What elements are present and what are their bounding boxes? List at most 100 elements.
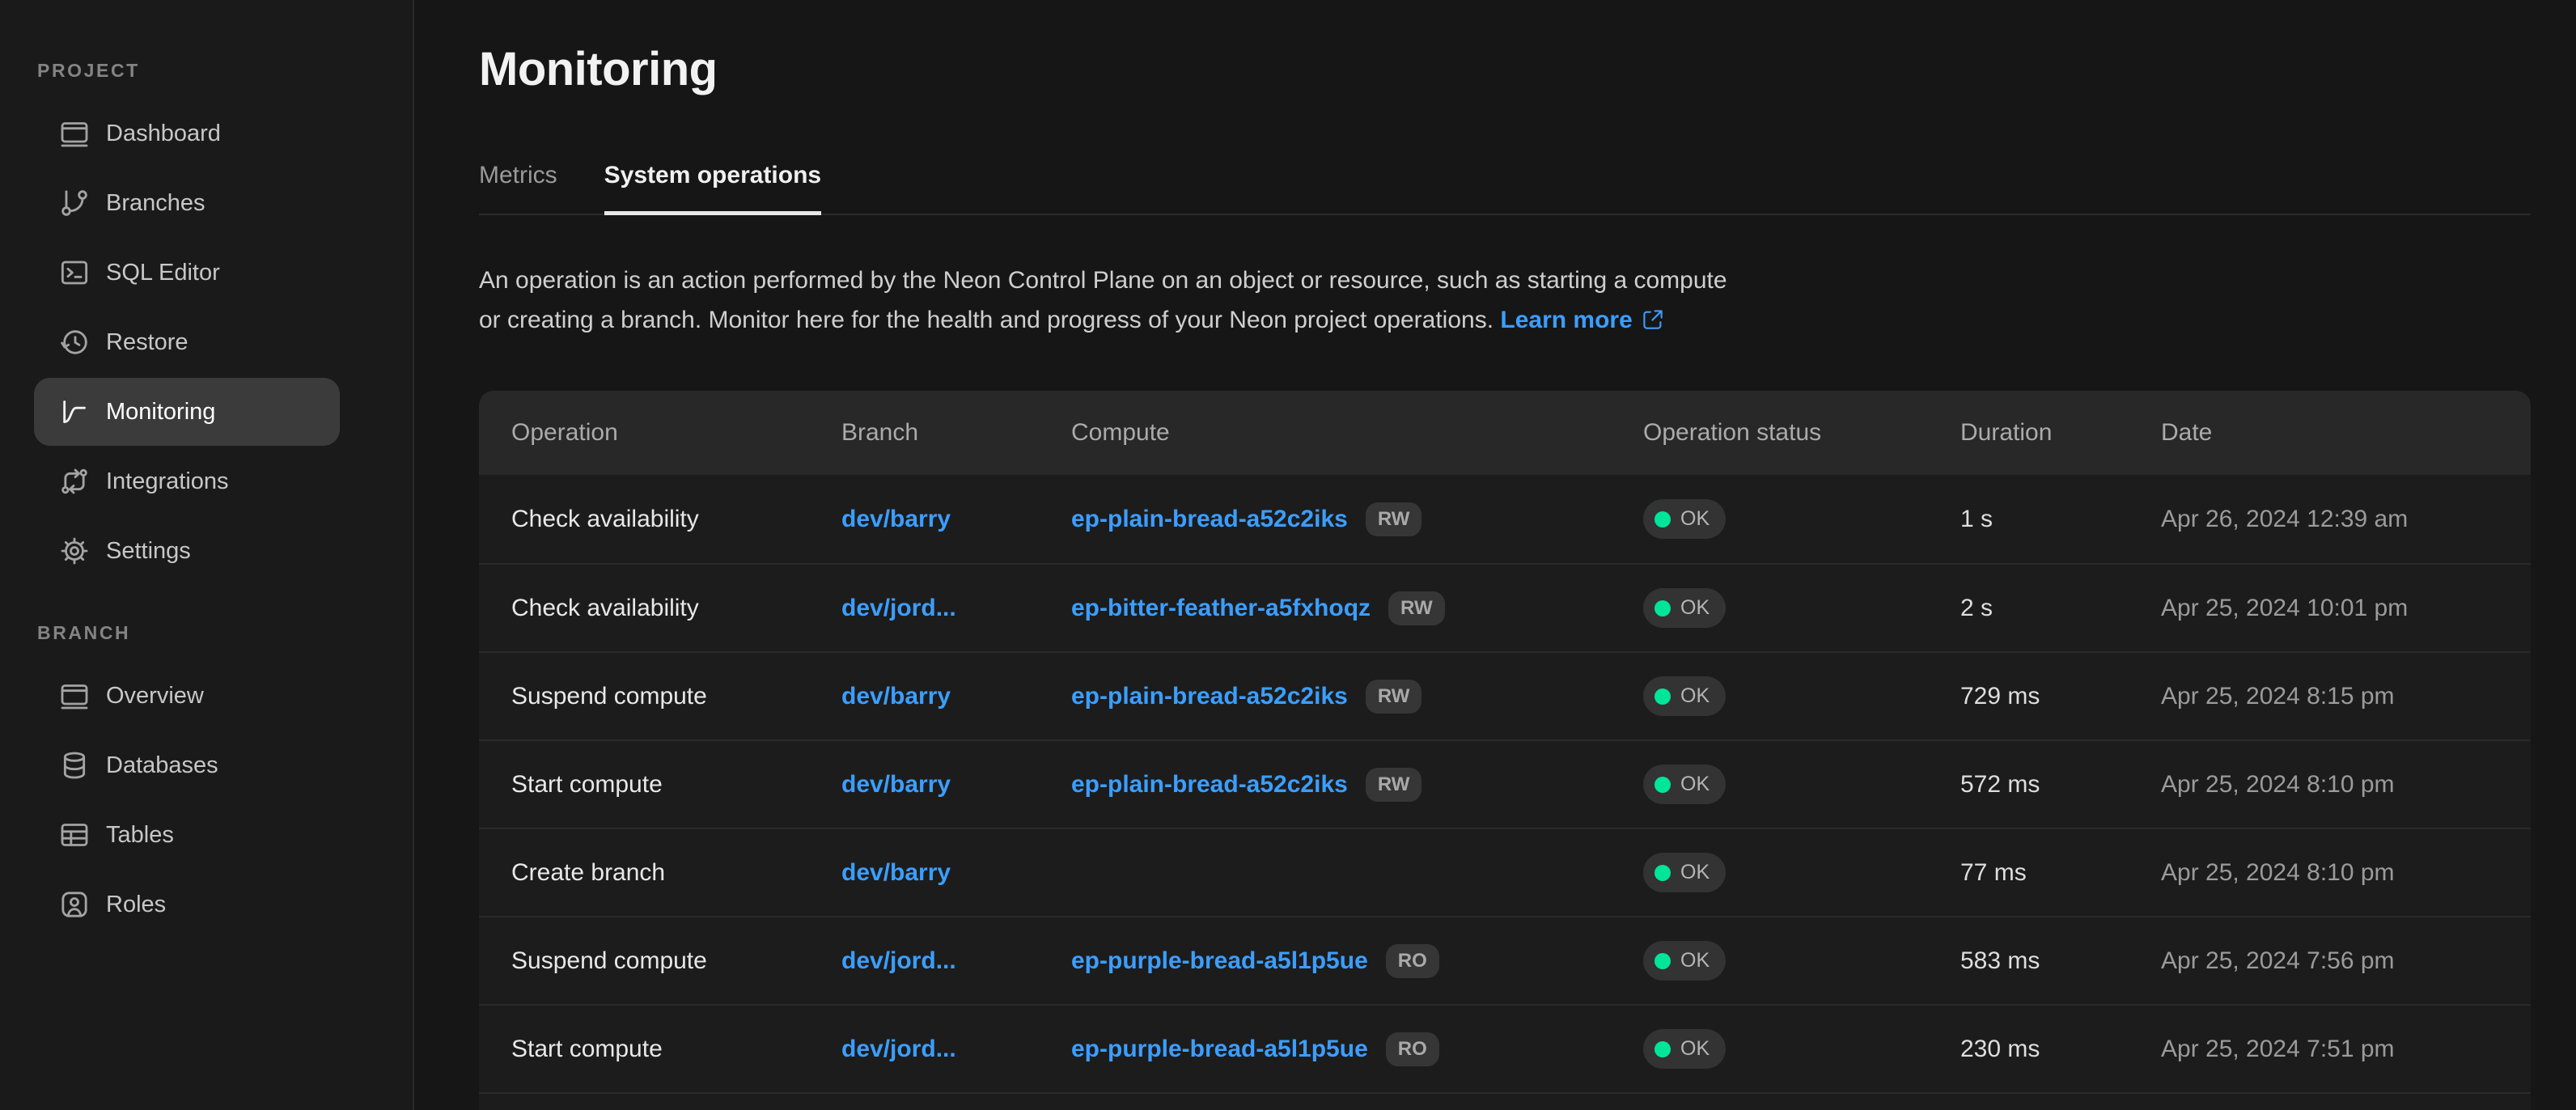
column-header-date: Date: [2161, 419, 2498, 447]
sidebar-item-roles[interactable]: Roles: [34, 871, 340, 938]
table-row: Start compute dev/barry ep-plain-bread-a…: [479, 739, 2531, 828]
databases-icon: [58, 749, 91, 782]
status-badge: OK: [1643, 941, 1726, 981]
duration-cell: 583 ms: [1960, 947, 2161, 975]
tab-system-operations[interactable]: System operations: [604, 161, 821, 215]
table-row: Suspend compute dev/jord... ep-purple-br…: [479, 916, 2531, 1004]
main-content: Monitoring Metrics System operations An …: [414, 0, 2576, 1110]
sidebar: PROJECT Dashboard Branches SQL Editor Re…: [0, 0, 414, 1110]
compute-access-badge: RW: [1366, 502, 1422, 536]
page-description: An operation is an action performed by t…: [479, 261, 2531, 340]
status-ok-dot-icon: [1654, 511, 1671, 527]
status-label: OK: [1680, 774, 1710, 794]
status-label: OK: [1680, 951, 1710, 971]
operation-cell: Start compute: [511, 771, 841, 799]
compute-access-badge: RW: [1366, 768, 1422, 802]
compute-access-badge: RO: [1386, 1032, 1439, 1066]
table-row: Check availability dev/jord... ep-bitter…: [479, 563, 2531, 651]
tab-metrics[interactable]: Metrics: [479, 161, 557, 214]
sidebar-item-branches[interactable]: Branches: [34, 169, 340, 237]
branch-link[interactable]: dev/barry: [841, 859, 951, 886]
compute-link[interactable]: ep-purple-bread-a5l1p5ue: [1071, 947, 1368, 975]
table-header-row: Operation Branch Compute Operation statu…: [479, 391, 2531, 475]
compute-link[interactable]: ep-plain-bread-a52c2iks: [1071, 506, 1348, 533]
table-row: Create branch dev/barry OK 77 ms Apr 25,…: [479, 828, 2531, 916]
app-root: PROJECT Dashboard Branches SQL Editor Re…: [0, 0, 2576, 1110]
compute-link[interactable]: ep-bitter-feather-a5fxhoqz: [1071, 595, 1371, 622]
branch-link[interactable]: dev/barry: [841, 506, 951, 532]
branch-cell: dev/barry: [841, 506, 1071, 533]
status-label: OK: [1680, 862, 1710, 883]
duration-cell: 572 ms: [1960, 771, 2161, 799]
status-label: OK: [1680, 1039, 1710, 1059]
tables-icon: [58, 819, 91, 851]
sidebar-item-sql-editor[interactable]: SQL Editor: [34, 239, 340, 307]
branch-link[interactable]: dev/jord...: [841, 595, 956, 621]
duration-cell: 1 s: [1960, 506, 2161, 533]
sql-editor-icon: [58, 256, 91, 289]
sidebar-item-tables[interactable]: Tables: [34, 801, 340, 869]
branch-link[interactable]: dev/barry: [841, 771, 951, 798]
sidebar-item-restore[interactable]: Restore: [34, 308, 340, 376]
sidebar-section-label: BRANCH: [37, 622, 413, 644]
column-header-operation: Operation: [511, 419, 841, 447]
sidebar-section-items: Overview Databases Tables Roles: [0, 662, 413, 938]
compute-cell: ep-plain-bread-a52c2iks RW: [1071, 680, 1643, 714]
external-link-icon: [1641, 304, 1665, 328]
branch-link[interactable]: dev/jord...: [841, 947, 956, 974]
compute-link[interactable]: ep-plain-bread-a52c2iks: [1071, 771, 1348, 799]
sidebar-item-label: Monitoring: [106, 399, 215, 426]
branch-link[interactable]: dev/barry: [841, 683, 951, 710]
roles-icon: [58, 888, 91, 921]
sidebar-section-items: Dashboard Branches SQL Editor Restore Mo…: [0, 100, 413, 585]
status-badge: OK: [1643, 765, 1726, 804]
sidebar-item-databases[interactable]: Databases: [34, 731, 340, 799]
date-cell: Apr 25, 2024 8:15 pm: [2161, 683, 2498, 710]
operation-cell: Start compute: [511, 1036, 841, 1063]
status-cell: OK: [1643, 499, 1960, 539]
table-row: Start compute dev/jord... ep-purple-brea…: [479, 1004, 2531, 1092]
branch-link[interactable]: dev/jord...: [841, 1036, 956, 1062]
date-cell: Apr 25, 2024 8:10 pm: [2161, 859, 2498, 887]
column-header-compute: Compute: [1071, 419, 1643, 447]
learn-more-link[interactable]: Learn more: [1500, 307, 1632, 333]
compute-link[interactable]: ep-purple-bread-a5l1p5ue: [1071, 1036, 1368, 1063]
duration-cell: 2 s: [1960, 595, 2161, 622]
table-row: Suspend compute dev/barry ep-plain-bread…: [479, 651, 2531, 739]
table-row-partial: [479, 1092, 2531, 1110]
branch-cell: dev/jord...: [841, 1036, 1071, 1063]
sidebar-item-label: Settings: [106, 538, 191, 565]
status-badge: OK: [1643, 676, 1726, 716]
compute-cell: ep-purple-bread-a5l1p5ue RO: [1071, 1032, 1643, 1066]
operation-cell: Suspend compute: [511, 683, 841, 710]
compute-cell: ep-plain-bread-a52c2iks RW: [1071, 502, 1643, 536]
duration-cell: 230 ms: [1960, 1036, 2161, 1063]
column-header-branch: Branch: [841, 419, 1071, 447]
sidebar-item-label: Tables: [106, 822, 174, 849]
status-cell: OK: [1643, 765, 1960, 804]
compute-link[interactable]: ep-plain-bread-a52c2iks: [1071, 683, 1348, 710]
compute-access-badge: RO: [1386, 944, 1439, 978]
duration-cell: 729 ms: [1960, 683, 2161, 710]
column-header-operation-status: Operation status: [1643, 419, 1960, 447]
sidebar-item-label: SQL Editor: [106, 260, 220, 286]
compute-cell: ep-bitter-feather-a5fxhoqz RW: [1071, 591, 1643, 625]
branch-cell: dev/barry: [841, 859, 1071, 887]
monitoring-icon: [58, 396, 91, 428]
sidebar-item-dashboard[interactable]: Dashboard: [34, 100, 340, 167]
sidebar-item-integrations[interactable]: Integrations: [34, 447, 340, 515]
sidebar-item-monitoring[interactable]: Monitoring: [34, 378, 340, 446]
sidebar-item-settings[interactable]: Settings: [34, 517, 340, 585]
status-badge: OK: [1643, 1029, 1726, 1069]
description-line-1: An operation is an action performed by t…: [479, 267, 1727, 294]
sidebar-section-branch: BRANCH Overview Databases Tables Roles: [0, 622, 413, 938]
branch-cell: dev/barry: [841, 683, 1071, 710]
sidebar-section-label: PROJECT: [37, 60, 413, 82]
table-body: Check availability dev/barry ep-plain-br…: [479, 475, 2531, 1110]
sidebar-item-overview[interactable]: Overview: [34, 662, 340, 730]
status-badge: OK: [1643, 853, 1726, 892]
status-cell: OK: [1643, 941, 1960, 981]
tab-bar: Metrics System operations: [479, 161, 2531, 215]
branch-cell: dev/jord...: [841, 947, 1071, 975]
status-ok-dot-icon: [1654, 688, 1671, 705]
